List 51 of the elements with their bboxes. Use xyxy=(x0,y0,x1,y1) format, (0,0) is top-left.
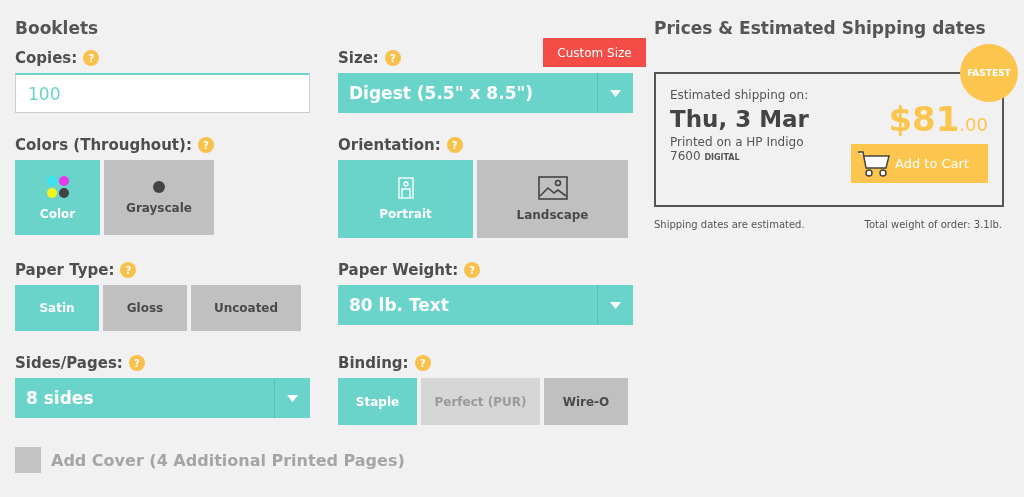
price: $81.00 xyxy=(888,102,988,136)
add-to-cart-button[interactable]: Add to Cart xyxy=(851,144,988,183)
checkbox-label: Add Cover (4 Additional Printed Pages) xyxy=(51,450,405,470)
cart-icon xyxy=(857,149,891,178)
fastest-badge: FASTEST xyxy=(960,44,1018,102)
dot-icon xyxy=(153,180,165,193)
option-tile[interactable]: Grayscale xyxy=(104,160,214,235)
portrait-icon xyxy=(397,177,414,199)
field-label: Orientation: xyxy=(338,136,441,154)
option-tile[interactable]: Portrait xyxy=(338,160,473,238)
caret-icon xyxy=(610,301,621,309)
option-tile[interactable]: Wire-O xyxy=(544,378,628,425)
option-tile[interactable]: Color xyxy=(15,160,100,235)
checkbox[interactable] xyxy=(15,447,41,473)
printer-model: 7600 DIGITAL xyxy=(670,149,741,163)
help-icon[interactable]: ? xyxy=(83,50,100,66)
color-dots-icon xyxy=(45,174,70,199)
field-label: Binding: xyxy=(338,354,409,372)
option-tile[interactable]: Uncoated xyxy=(191,285,301,331)
section-title: Booklets xyxy=(15,18,100,38)
printer-text: Printed on a HP Indigo xyxy=(670,135,805,149)
option-tile[interactable]: Satin xyxy=(15,285,99,331)
order-weight: Total weight of order: 3.1lb. xyxy=(864,219,1002,230)
shipping-label: Estimated shipping on: xyxy=(670,88,810,102)
shipping-date: Thu, 3 Mar xyxy=(670,106,810,132)
caret-icon xyxy=(610,89,621,97)
dropdown[interactable]: 8 sides xyxy=(15,378,310,418)
help-icon[interactable]: ? xyxy=(384,50,401,66)
section-title: Prices & Estimated Shipping dates xyxy=(654,18,987,38)
copies-input[interactable]: 100 xyxy=(15,73,310,113)
option-tile[interactable]: Staple xyxy=(338,378,417,425)
custom-size-button[interactable]: Custom Size xyxy=(543,38,646,67)
help-icon[interactable]: ? xyxy=(414,355,431,371)
dropdown[interactable]: 80 lb. Text xyxy=(338,285,633,325)
landscape-icon xyxy=(537,176,568,200)
field-label: Sides/Pages: xyxy=(15,354,123,372)
field-label: Paper Type: xyxy=(15,261,115,279)
shipping-note: Shipping dates are estimated. xyxy=(654,219,805,230)
help-icon[interactable]: ? xyxy=(128,355,145,371)
option-tile[interactable]: Landscape xyxy=(477,160,628,238)
field-label: Copies: xyxy=(15,49,78,67)
dropdown[interactable]: Digest (5.5" x 8.5") xyxy=(338,73,633,113)
help-icon[interactable]: ? xyxy=(120,262,137,278)
caret-icon xyxy=(287,394,298,402)
field-label: Size: xyxy=(338,49,379,67)
help-icon[interactable]: ? xyxy=(464,262,481,278)
option-tile[interactable]: Gloss xyxy=(103,285,187,331)
help-icon[interactable]: ? xyxy=(197,137,214,153)
field-label: Colors (Throughout): xyxy=(15,136,192,154)
field-label: Paper Weight: xyxy=(338,261,459,279)
help-icon[interactable]: ? xyxy=(446,137,463,153)
